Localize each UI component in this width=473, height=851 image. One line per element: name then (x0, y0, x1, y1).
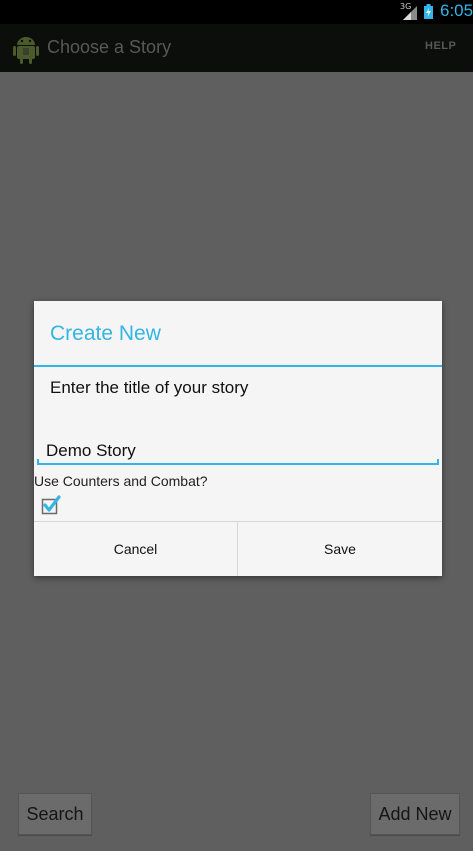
title-divider (34, 365, 442, 367)
combat-checkbox[interactable] (41, 495, 61, 515)
input-underline (37, 459, 439, 465)
signal-icon (403, 6, 417, 20)
add-new-button[interactable]: Add New (370, 793, 460, 835)
battery-charging-icon (424, 4, 433, 19)
create-new-dialog: Create New Enter the title of your story… (34, 301, 442, 576)
combat-checkbox-label: Use Counters and Combat? (34, 473, 208, 489)
android-app-icon[interactable] (12, 32, 40, 64)
help-button[interactable]: HELP (425, 40, 456, 52)
cancel-button[interactable]: Cancel (34, 522, 237, 576)
search-button[interactable]: Search (18, 793, 92, 835)
story-title-value: Demo Story (46, 441, 136, 460)
status-time: 6:05 (440, 1, 473, 20)
action-bar: Choose a Story HELP (0, 24, 473, 72)
story-title-input[interactable]: Demo Story (37, 431, 439, 465)
status-bar: 3G 6:05 (0, 0, 473, 24)
dialog-title: Create New (50, 322, 161, 345)
app-title: Choose a Story (47, 37, 172, 57)
dialog-message: Enter the title of your story (50, 378, 249, 397)
save-button[interactable]: Save (238, 522, 442, 576)
